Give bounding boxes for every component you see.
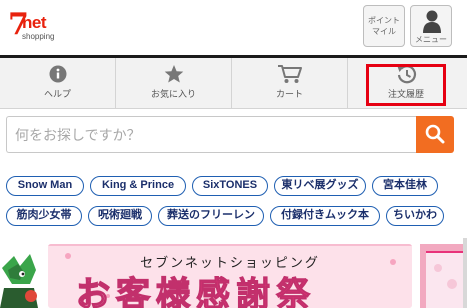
search-icon <box>425 124 445 144</box>
logo-shopping: shopping <box>22 32 55 41</box>
keyword-tag[interactable]: 葬送のフリーレン <box>158 206 264 226</box>
keyword-tag[interactable]: 東リベ展グッズ <box>274 176 366 196</box>
info-icon <box>49 65 66 83</box>
nav-item-cart[interactable]: カート <box>232 58 348 108</box>
popular-keywords: Snow Man King & Prince SixTONES 東リベ展グッズ … <box>0 164 467 238</box>
banner-right-pattern <box>420 244 467 308</box>
keyword-tag[interactable]: 筋肉少女帯 <box>6 206 82 226</box>
menu-label: メニュー <box>415 35 447 44</box>
nav-label-favorites: お気に入り <box>150 89 196 99</box>
header-bar: 7 net shopping ポイント マイル メニュー <box>0 0 467 58</box>
logo-net: net <box>22 13 47 32</box>
nav-label-cart: カート <box>275 89 303 99</box>
scrollbar[interactable] <box>463 238 467 308</box>
point-mile-label: ポイント マイル <box>368 16 400 36</box>
cart-icon <box>277 65 302 83</box>
banner-subtitle: セブンネットショッピング <box>140 255 320 270</box>
keyword-tag[interactable]: 呪術廻戦 <box>88 206 152 226</box>
keyword-tag[interactable]: 付録付きムック本 <box>270 206 380 226</box>
nav-item-help[interactable]: ヘルプ <box>0 58 116 108</box>
banner-title-a: お客様 <box>75 275 196 308</box>
banner-right-image[interactable] <box>420 244 467 308</box>
menu-button[interactable]: メニュー <box>410 5 452 47</box>
banner-carousel: セブンネットショッピング お客様感謝祭 <box>0 238 467 308</box>
search-input[interactable] <box>6 116 416 153</box>
banner-title: お客様感謝祭 <box>75 275 386 308</box>
star-icon <box>164 65 183 83</box>
keyword-tag[interactable]: Snow Man <box>6 176 84 196</box>
point-mile-button[interactable]: ポイント マイル <box>363 5 405 47</box>
site-logo[interactable]: 7 net shopping <box>8 10 56 50</box>
keyword-tag[interactable]: King & Prince <box>90 176 186 196</box>
nav-item-favorites[interactable]: お気に入り <box>116 58 232 108</box>
keyword-tag[interactable]: 宮本佳林 <box>372 176 438 196</box>
user-icon <box>423 10 441 33</box>
order-history-highlight <box>366 64 446 106</box>
nav-label-help: ヘルプ <box>43 89 71 99</box>
banner-left-image[interactable] <box>0 244 40 308</box>
search-button[interactable] <box>416 116 454 153</box>
keyword-tag[interactable]: SixTONES <box>192 176 268 196</box>
character-illustration <box>0 244 40 308</box>
banner-thanks-festival[interactable]: セブンネットショッピング お客様感謝祭 <box>48 244 412 308</box>
search-area <box>0 109 467 164</box>
banner-title-b: 感謝祭 <box>196 276 316 308</box>
keyword-tag[interactable]: ちいかわ <box>386 206 444 226</box>
